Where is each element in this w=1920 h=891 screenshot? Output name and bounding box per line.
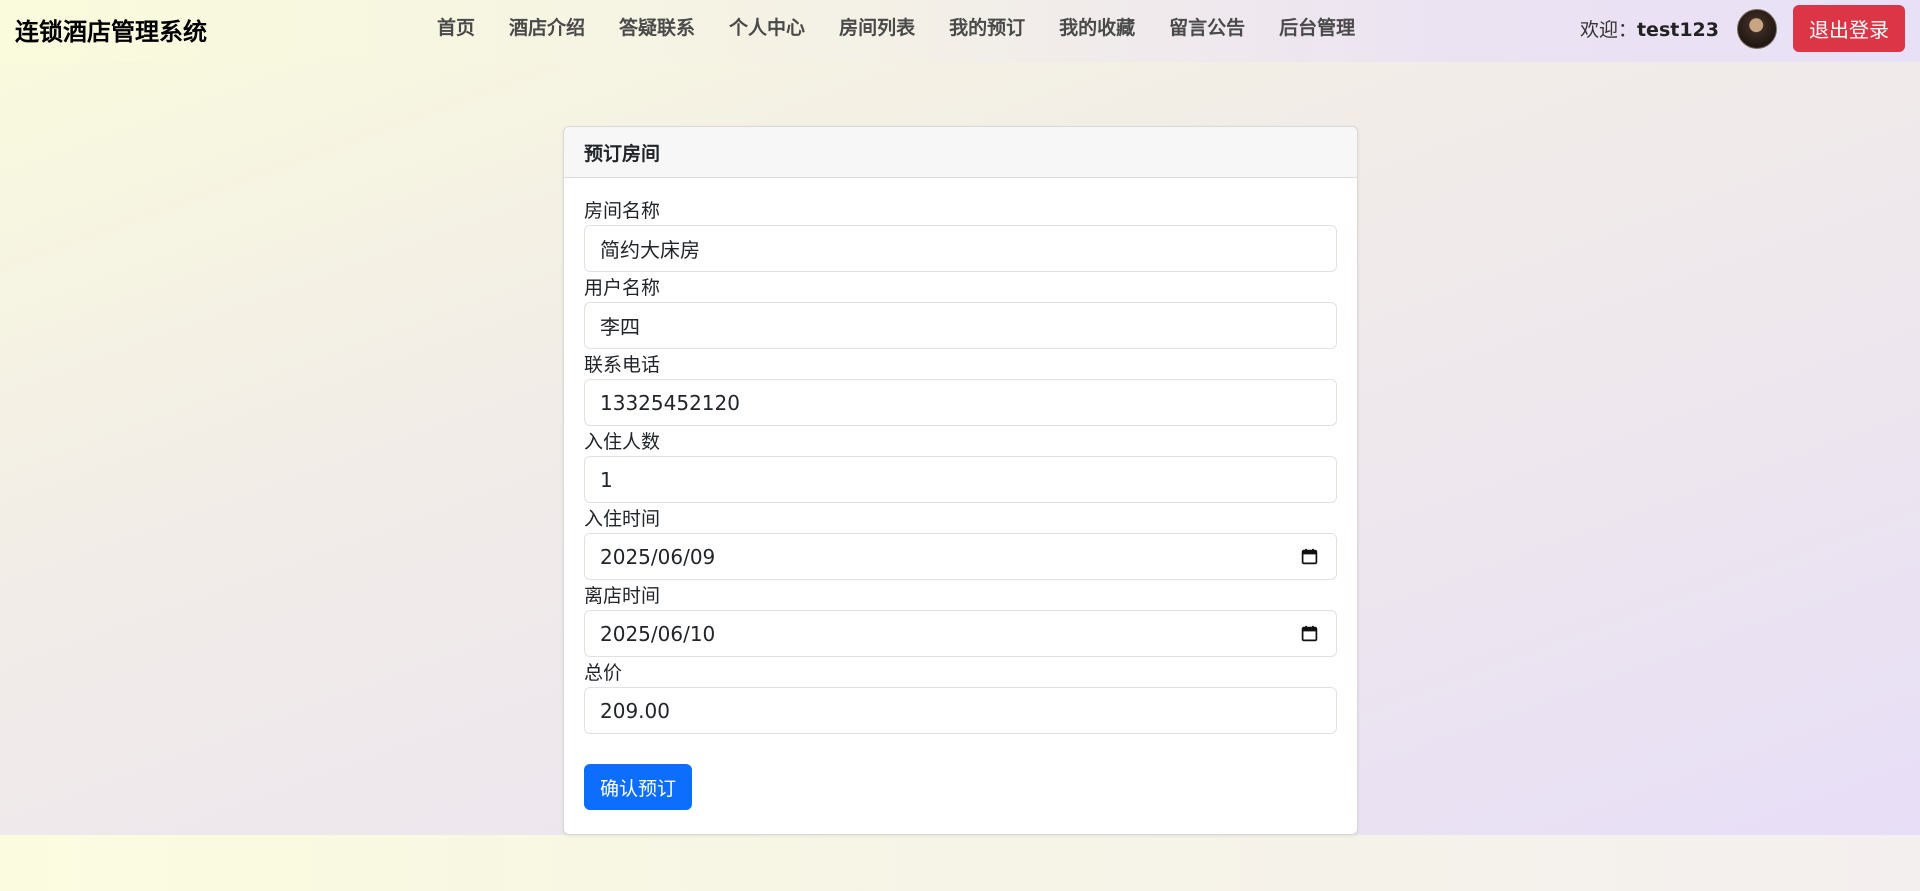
welcome-prefix: 欢迎： (1579, 19, 1637, 41)
nav-link-admin[interactable]: 后台管理 (1262, 14, 1372, 42)
field-value: 2025/06/09 (600, 544, 716, 569)
nav-link-faq-contact[interactable]: 答疑联系 (602, 14, 712, 42)
logout-button[interactable]: 退出登录 (1793, 5, 1905, 52)
nav-links: 首页 酒店介绍 答疑联系 个人中心 房间列表 我的预订 我的收藏 留言公告 后台… (420, 14, 1372, 42)
username: test123 (1636, 19, 1719, 41)
field-label: 入住人数 (584, 431, 661, 453)
field-label: 用户名称 (584, 277, 661, 299)
booking-card: 预订房间 房间名称 简约大床房 用户名称 李四 联系电话 13325452120… (563, 126, 1358, 835)
field-value: 1 (600, 467, 613, 492)
field-guest-count: 入住人数 1 (584, 430, 1337, 503)
field-label: 总价 (584, 662, 623, 684)
field-label: 联系电话 (584, 354, 661, 376)
field-value: 13325452120 (600, 390, 740, 415)
nav-link-room-list[interactable]: 房间列表 (822, 14, 932, 42)
field-value: 李四 (600, 315, 640, 339)
calendar-icon[interactable] (1301, 548, 1318, 565)
nav-user-area: 欢迎：test123 退出登录 (1580, 5, 1905, 52)
field-user-name: 用户名称 李四 (584, 276, 1337, 349)
room-name-input[interactable]: 简约大床房 (584, 225, 1337, 272)
card-title: 预订房间 (564, 127, 1357, 178)
nav-link-my-bookings[interactable]: 我的预订 (932, 14, 1042, 42)
field-check-out: 离店时间 2025/06/10 (584, 584, 1337, 657)
field-value: 209.00 (600, 698, 670, 723)
nav-link-messages[interactable]: 留言公告 (1152, 14, 1262, 42)
nav-link-my-favorites[interactable]: 我的收藏 (1042, 14, 1152, 42)
brand-title[interactable]: 连锁酒店管理系统 (15, 12, 207, 47)
field-phone: 联系电话 13325452120 (584, 353, 1337, 426)
total-price-input[interactable]: 209.00 (584, 687, 1337, 734)
field-label: 房间名称 (584, 200, 661, 222)
avatar[interactable] (1737, 8, 1777, 49)
booking-form: 房间名称 简约大床房 用户名称 李四 联系电话 13325452120 入住人数… (564, 178, 1357, 810)
phone-input[interactable]: 13325452120 (584, 379, 1337, 426)
field-check-in: 入住时间 2025/06/09 (584, 507, 1337, 580)
guest-count-input[interactable]: 1 (584, 456, 1337, 503)
welcome-text: 欢迎：test123 (1580, 15, 1719, 42)
field-value: 简约大床房 (600, 238, 700, 262)
field-label: 离店时间 (584, 585, 661, 607)
field-room-name: 房间名称 简约大床房 (584, 199, 1337, 272)
navbar: 连锁酒店管理系统 首页 酒店介绍 答疑联系 个人中心 房间列表 我的预订 我的收… (0, 0, 1920, 62)
nav-link-personal-center[interactable]: 个人中心 (712, 14, 822, 42)
confirm-booking-button[interactable]: 确认预订 (584, 764, 693, 810)
field-label: 入住时间 (584, 508, 661, 530)
calendar-icon[interactable] (1301, 625, 1318, 642)
check-in-date-input[interactable]: 2025/06/09 (584, 533, 1337, 580)
user-name-input[interactable]: 李四 (584, 302, 1337, 349)
nav-link-hotel-intro[interactable]: 酒店介绍 (492, 14, 602, 42)
check-out-date-input[interactable]: 2025/06/10 (584, 610, 1337, 657)
nav-link-home[interactable]: 首页 (420, 14, 492, 42)
page-footer-strip (0, 835, 1920, 891)
field-total-price: 总价 209.00 (584, 661, 1337, 734)
field-value: 2025/06/10 (600, 621, 716, 646)
